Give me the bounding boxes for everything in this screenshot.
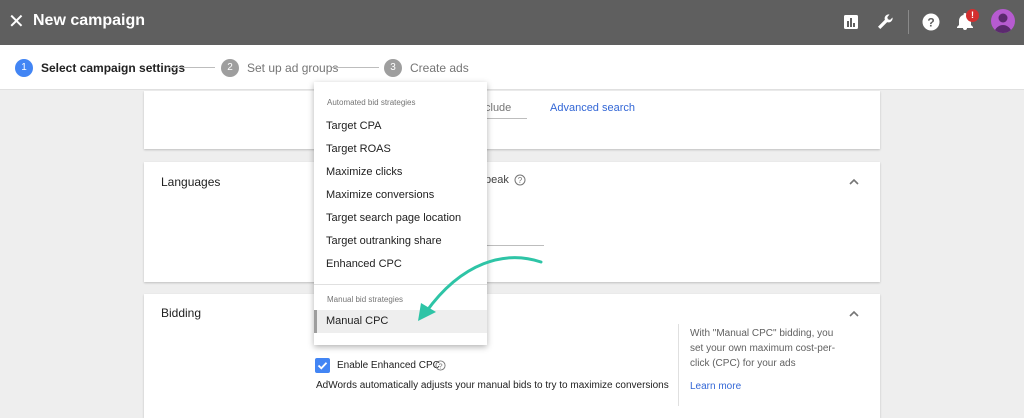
arrow-curve xyxy=(424,256,543,314)
annotation-arrow xyxy=(418,256,543,321)
arrow-head xyxy=(418,303,436,321)
